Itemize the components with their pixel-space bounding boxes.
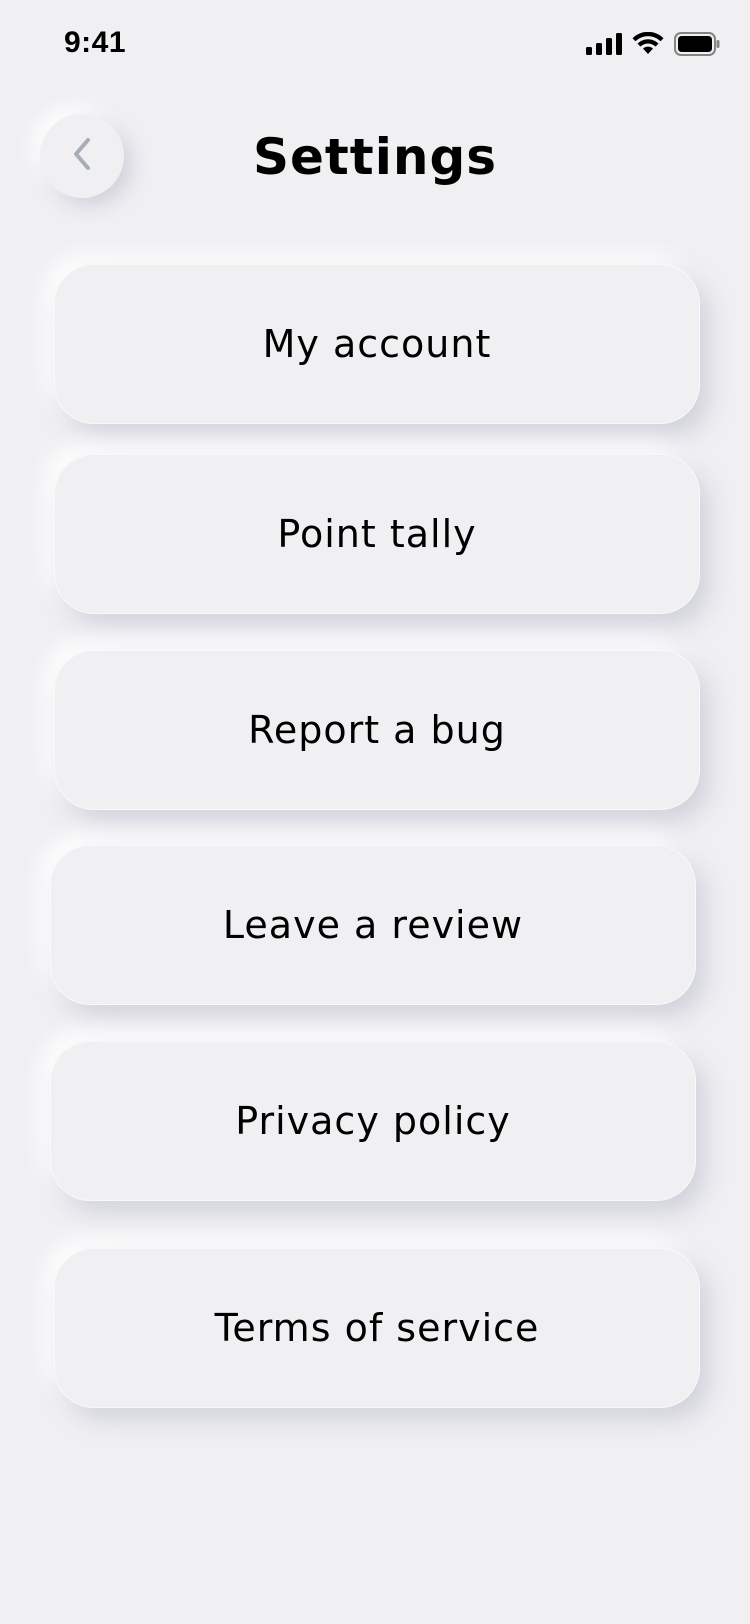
menu-item-label: Report a bug (248, 708, 506, 752)
leave-review-button[interactable]: Leave a review (50, 845, 696, 1005)
terms-of-service-button[interactable]: Terms of service (54, 1248, 700, 1408)
privacy-policy-button[interactable]: Privacy policy (50, 1041, 696, 1201)
menu-item-label: Point tally (277, 512, 477, 556)
menu-item-label: Privacy policy (235, 1099, 511, 1143)
status-time: 9:41 (64, 26, 127, 59)
point-tally-button[interactable]: Point tally (54, 454, 700, 614)
status-bar: 9:41 (0, 0, 750, 90)
battery-icon (674, 32, 720, 56)
wifi-icon (632, 32, 664, 56)
my-account-button[interactable]: My account (54, 264, 700, 424)
menu-item-label: Terms of service (214, 1306, 540, 1350)
status-icons (586, 32, 720, 56)
report-bug-button[interactable]: Report a bug (54, 650, 700, 810)
cellular-signal-icon (586, 33, 622, 55)
menu-item-label: Leave a review (222, 903, 524, 947)
page-title: Settings (252, 128, 497, 186)
menu-item-label: My account (262, 322, 492, 366)
